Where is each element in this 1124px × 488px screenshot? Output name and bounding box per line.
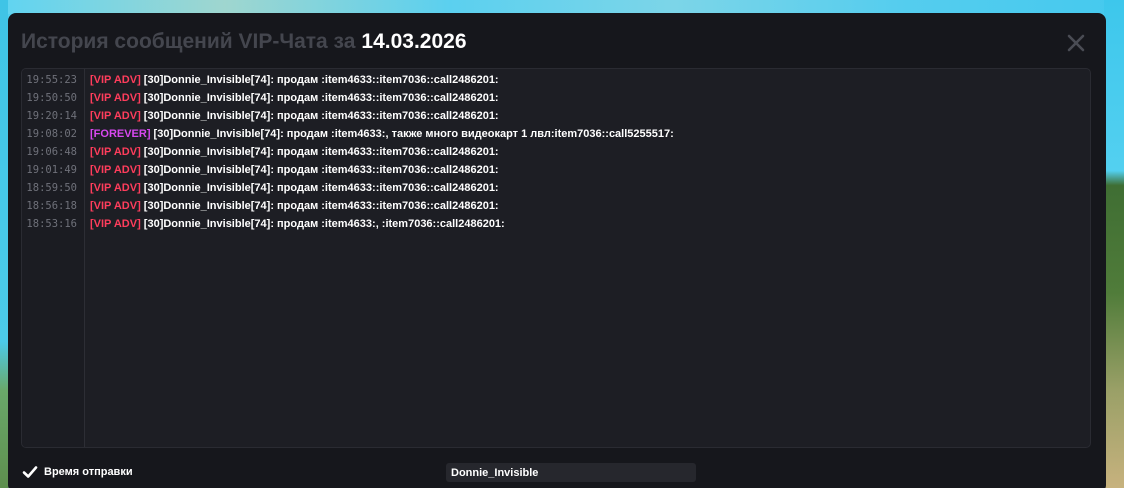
message-text: [30]Donnie_Invisible[74]: продам :item46… — [140, 182, 499, 194]
title-date: 14.03.2026 — [361, 30, 467, 53]
checkbox[interactable] — [22, 464, 38, 480]
message-tag: [VIP ADV] — [90, 182, 141, 194]
send-time-toggle[interactable]: Время отправки — [22, 464, 133, 480]
message-timestamp: 19:08:02 — [26, 128, 77, 140]
message-timestamp: 19:06:48 — [26, 146, 77, 158]
message-text: [30]Donnie_Invisible[74]: продам :item46… — [140, 218, 505, 230]
message-tag: [VIP ADV] — [90, 110, 141, 122]
message-timestamp: 19:55:23 — [26, 74, 77, 86]
message-text: [30]Donnie_Invisible[74]: продам :item46… — [140, 146, 499, 158]
title-prefix: История сообщений VIP-Чата за — [21, 30, 356, 53]
message-tag: [VIP ADV] — [90, 92, 141, 104]
message-text: [30]Donnie_Invisible[74]: продам :item46… — [140, 92, 499, 104]
message-tag: [VIP ADV] — [90, 164, 141, 176]
close-icon — [1067, 34, 1085, 52]
close-button[interactable] — [1066, 33, 1086, 53]
message-tag: [VIP ADV] — [90, 74, 141, 86]
message-row[interactable]: [VIP ADV] [30]Donnie_Invisible[74]: прод… — [90, 215, 1090, 233]
message-timestamp: 18:53:16 — [26, 218, 77, 230]
window-title: История сообщений VIP-Чата за 14.03.2026 — [21, 30, 467, 54]
message-tag: [VIP ADV] — [90, 218, 141, 230]
message-row[interactable]: [VIP ADV] [30]Donnie_Invisible[74]: прод… — [90, 89, 1090, 107]
message-row[interactable]: [VIP ADV] [30]Donnie_Invisible[74]: прод… — [90, 71, 1090, 89]
message-tag: [FOREVER] — [90, 128, 151, 140]
background-left — [0, 0, 8, 488]
background-right — [1104, 0, 1124, 488]
message-row[interactable]: [VIP ADV] [30]Donnie_Invisible[74]: прод… — [90, 143, 1090, 161]
timestamp-column: 19:55:23 19:50:50 19:20:14 19:08:02 19:06:48… — [22, 69, 85, 447]
message-text: [30]Donnie_Invisible[74]: продам :item46… — [140, 110, 499, 122]
background-top — [0, 0, 1124, 14]
chat-history-window: История сообщений VIP-Чата за 14.03.2026 … — [8, 13, 1106, 488]
search-input[interactable] — [446, 463, 696, 482]
message-tag: [VIP ADV] — [90, 200, 141, 212]
message-row[interactable]: [FOREVER] [30]Donnie_Invisible[74]: прод… — [90, 125, 1090, 143]
message-text: [30]Donnie_Invisible[74]: продам :item46… — [150, 128, 674, 140]
message-tag: [VIP ADV] — [90, 146, 141, 158]
message-timestamp: 19:50:50 — [26, 92, 77, 104]
message-list: [VIP ADV] [30]Donnie_Invisible[74]: прод… — [90, 69, 1090, 233]
message-text: [30]Donnie_Invisible[74]: продам :item46… — [140, 74, 499, 86]
message-timestamp: 18:59:50 — [26, 182, 77, 194]
message-timestamp: 18:56:18 — [26, 200, 77, 212]
checkmark-icon — [22, 466, 38, 478]
message-row[interactable]: [VIP ADV] [30]Donnie_Invisible[74]: прод… — [90, 107, 1090, 125]
message-row[interactable]: [VIP ADV] [30]Donnie_Invisible[74]: прод… — [90, 179, 1090, 197]
message-row[interactable]: [VIP ADV] [30]Donnie_Invisible[74]: прод… — [90, 161, 1090, 179]
checkbox-label: Время отправки — [44, 466, 133, 478]
message-text: [30]Donnie_Invisible[74]: продам :item46… — [140, 164, 499, 176]
message-text: [30]Donnie_Invisible[74]: продам :item46… — [140, 200, 499, 212]
message-row[interactable]: [VIP ADV] [30]Donnie_Invisible[74]: прод… — [90, 197, 1090, 215]
message-timestamp: 19:20:14 — [26, 110, 77, 122]
message-timestamp: 19:01:49 — [26, 164, 77, 176]
message-log[interactable]: 19:55:23 19:50:50 19:20:14 19:08:02 19:06:48… — [21, 68, 1091, 448]
